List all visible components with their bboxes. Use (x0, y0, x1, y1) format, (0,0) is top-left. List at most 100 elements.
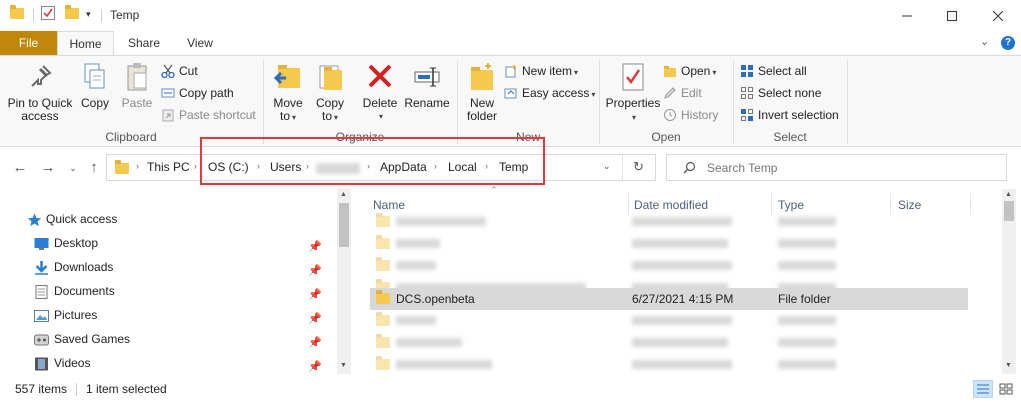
search-box[interactable]: Search Temp (666, 154, 1007, 181)
paste-shortcut-button[interactable]: Paste shortcut (161, 105, 256, 125)
edit-button[interactable]: Edit (663, 83, 702, 103)
recent-locations-chevron-icon[interactable]: ⌄ (62, 157, 84, 179)
column-header-name[interactable]: Name (373, 198, 405, 212)
close-button[interactable] (975, 0, 1021, 31)
properties-check-icon[interactable] (41, 6, 55, 20)
divider (622, 155, 623, 180)
file-row[interactable] (370, 332, 968, 354)
pin-icon[interactable]: 📌 (308, 284, 322, 306)
pin-icon (24, 60, 56, 94)
nav-item-desktop[interactable]: Desktop 📌 (0, 232, 338, 254)
select-group: Select all Select none Invert selection … (734, 56, 846, 146)
paste-icon (121, 60, 153, 94)
column-header-date[interactable]: Date modified (634, 198, 708, 212)
column-header-type[interactable]: Type (778, 198, 804, 212)
edit-icon (663, 86, 677, 100)
paste-button[interactable]: Paste (118, 60, 156, 110)
pin-icon[interactable]: 📌 (308, 308, 322, 330)
maximize-button[interactable] (929, 0, 975, 31)
cut-button[interactable]: Cut (161, 61, 198, 81)
new-folder-quick-icon[interactable] (65, 5, 79, 22)
select-none-button[interactable]: Select none (740, 83, 821, 103)
select-all-button[interactable]: Select all (740, 61, 807, 81)
scroll-up-arrow-icon[interactable]: ▲ (1005, 191, 1012, 198)
downloads-arrow-icon (34, 260, 49, 275)
help-icon[interactable]: ? (1001, 36, 1015, 50)
file-row[interactable] (370, 354, 968, 376)
nav-item-videos[interactable]: Videos 📌 (0, 352, 338, 374)
address-history-chevron-icon[interactable]: ⌄ (603, 161, 611, 172)
pin-icon[interactable]: 📌 (308, 260, 322, 282)
column-header-size[interactable]: Size (898, 198, 921, 212)
column-divider[interactable] (970, 193, 971, 215)
history-button[interactable]: History (663, 105, 718, 125)
tab-share[interactable]: Share (118, 31, 170, 56)
tab-view[interactable]: View (174, 31, 226, 56)
file-row[interactable] (370, 255, 968, 277)
pin-to-quick-access-button[interactable]: Pin to Quick access (4, 60, 76, 123)
nav-item-documents[interactable]: Documents 📌 (0, 280, 338, 302)
nav-label-videos: Videos (54, 356, 91, 370)
chevron-down-icon[interactable]: ⌄ (980, 35, 989, 48)
search-input[interactable]: Search Temp (707, 161, 777, 175)
customize-toolbar-icon[interactable]: ▾ (86, 9, 91, 20)
nav-item-downloads[interactable]: Downloads 📌 (0, 256, 338, 278)
search-icon (683, 161, 696, 177)
file-row[interactable] (370, 211, 968, 233)
properties-button[interactable]: Properties ▾ (604, 60, 662, 124)
file-list-scrollbar[interactable]: ▲ ▼ (1002, 189, 1016, 374)
tab-file[interactable]: File (0, 31, 57, 56)
breadcrumb-chevron-icon[interactable]: › (194, 161, 197, 171)
up-arrow-icon[interactable]: ↑ (83, 157, 105, 179)
file-row[interactable] (370, 310, 968, 332)
nav-item-pictures[interactable]: Pictures 📌 (0, 304, 338, 326)
file-row-selected[interactable]: DCS.openbeta 6/27/2021 4:15 PM File fold… (370, 288, 968, 310)
minimize-button[interactable] (884, 0, 930, 31)
open-folder-icon (663, 64, 677, 78)
details-view-button[interactable] (973, 380, 993, 398)
refresh-icon[interactable]: ↻ (633, 159, 644, 175)
nav-item-quick-access[interactable]: Quick access (0, 208, 338, 230)
breadcrumb-chevron-icon[interactable]: › (136, 161, 139, 171)
invert-selection-button[interactable]: Invert selection (740, 105, 839, 125)
scroll-up-arrow-icon[interactable]: ▲ (340, 191, 347, 198)
move-to-button[interactable]: Move to ▾ (270, 60, 306, 124)
scroll-down-arrow-icon[interactable]: ▼ (340, 362, 347, 369)
copy-button[interactable]: Copy (76, 60, 114, 110)
pictures-icon (34, 308, 49, 322)
tab-home[interactable]: Home (57, 31, 114, 56)
pin-icon[interactable]: 📌 (308, 236, 322, 258)
rename-label: Rename (404, 96, 450, 110)
ribbon-tabs: File Home Share View ⌄ ? (0, 31, 1021, 56)
file-row[interactable] (370, 233, 968, 255)
scroll-down-arrow-icon[interactable]: ▼ (1005, 362, 1012, 369)
copy-to-button[interactable]: Copy to ▾ (312, 60, 348, 124)
redacted-date (632, 360, 732, 369)
easy-access-button[interactable]: Easy access ▾ (504, 83, 595, 103)
rename-button[interactable]: Rename (404, 60, 450, 110)
copy-path-label: Copy path (179, 86, 234, 100)
nav-pane-scrollbar[interactable]: ▲ ▼ (337, 189, 351, 374)
nav-item-saved-games[interactable]: Saved Games 📌 (0, 328, 338, 350)
back-arrow-icon[interactable]: ← (9, 157, 31, 179)
breadcrumb-this-pc[interactable]: This PC (147, 160, 190, 174)
select-all-icon (740, 64, 754, 78)
scrollbar-thumb[interactable] (339, 203, 349, 247)
forward-arrow-icon[interactable]: → (37, 157, 59, 179)
folder-icon (376, 213, 390, 230)
move-label-line2: to (279, 109, 290, 123)
large-icons-view-icon (999, 383, 1013, 395)
scrollbar-thumb[interactable] (1004, 201, 1014, 221)
nav-label-desktop: Desktop (54, 236, 99, 250)
large-icons-view-button[interactable] (996, 380, 1016, 398)
pin-icon[interactable]: 📌 (308, 332, 322, 354)
pin-icon[interactable]: 📌 (308, 356, 322, 378)
new-folder-button[interactable]: New folder (462, 60, 502, 123)
folder-icon (376, 235, 390, 252)
open-button[interactable]: Open ▾ (663, 61, 716, 81)
copy-path-button[interactable]: Copy path (161, 83, 234, 103)
redacted-date (632, 338, 728, 347)
delete-button[interactable]: Delete ▾ (360, 60, 400, 123)
select-none-label: Select none (758, 86, 822, 100)
new-item-button[interactable]: New item ▾ (504, 61, 578, 81)
